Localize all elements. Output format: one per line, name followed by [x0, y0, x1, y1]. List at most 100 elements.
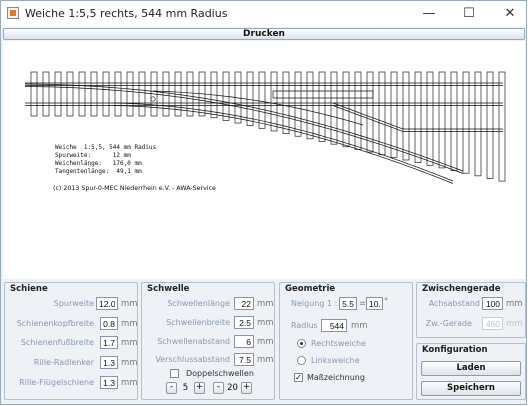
close-icon[interactable]: ✕ [495, 4, 525, 24]
verschlussabstand-label: Verschlussabstand [155, 355, 230, 364]
konfiguration-title: Konfiguration [422, 345, 488, 355]
radius-label: Radius [291, 321, 318, 330]
rille-fluegelschiene-unit: mm [121, 378, 138, 388]
window-title: Weiche 1:5,5 rechts, 544 mm Radius [25, 7, 228, 20]
rille-fluegelschiene-field[interactable] [100, 376, 118, 389]
info-line-title: Weiche 1:5,5, 544 mm Radius [55, 144, 157, 151]
rille-fluegelschiene-label: Rille-Flügelschiene [19, 378, 94, 387]
neigung-angle-field[interactable] [366, 297, 383, 310]
info-line-length: Weichenlänge: 176,0 mm [55, 160, 142, 167]
radius-field[interactable] [321, 319, 347, 332]
schwellenabstand-field[interactable] [234, 335, 254, 348]
sleeper [318, 71, 326, 142]
sleeper [294, 71, 302, 137]
rille-radlenker-unit: mm [121, 358, 138, 368]
masszeichnung-checkbox[interactable]: ✓ [294, 373, 303, 382]
info-line-tangent: Tangentenlänge: 49,1 mm [55, 168, 142, 175]
sleeper [390, 71, 398, 158]
load-button[interactable]: Laden [421, 361, 521, 376]
schienenkopfbreite-label: Schienenkopfbreite [16, 319, 94, 328]
schwellenlaenge-label: Schwellenlänge [167, 299, 230, 308]
copyright-text: (c) 2013 Spur-0-MEC Niederrhein e.V. - A… [53, 185, 216, 192]
doppelschwellen-spacing-increment-button[interactable]: + [241, 382, 252, 394]
doppelschwellen-spacing-decrement-button[interactable]: - [213, 382, 224, 394]
schienenfussbreite-unit: mm [121, 338, 138, 348]
sleeper [474, 71, 482, 177]
sleeper [258, 71, 266, 129]
sleeper [78, 71, 86, 117]
zw-gerade-field [482, 317, 503, 330]
doppelschwellen-spacing-value[interactable]: 20 [224, 382, 241, 394]
schwellenbreite-field[interactable] [234, 316, 254, 329]
schiene-title: Schiene [10, 284, 48, 294]
sleeper [438, 71, 446, 169]
info-line-gauge: Spurweite: 12 mm [55, 152, 131, 159]
degree-unit: ° [384, 297, 389, 307]
rille-radlenker-field[interactable] [100, 356, 118, 369]
radius-unit: mm [351, 321, 368, 331]
achsabstand-field[interactable] [482, 297, 503, 310]
sleeper [162, 71, 170, 117]
rille-radlenker-label: Rille-Radlenker [33, 358, 94, 367]
zw-gerade-unit: mm [506, 319, 523, 329]
save-button[interactable]: Speichern [421, 381, 521, 396]
sleeper [30, 71, 38, 117]
konfiguration-group: Konfiguration Laden Speichern [416, 343, 526, 400]
title-bar: Weiche 1:5,5 rechts, 544 mm Radius — ☐ ✕ [1, 1, 526, 27]
app-icon [7, 7, 19, 19]
spurweite-unit: mm [121, 299, 138, 309]
verschlussabstand-unit: mm [257, 355, 274, 365]
sleeper [462, 71, 470, 174]
doppelschwellen-count-decrement-button[interactable]: - [166, 382, 177, 394]
sleeper [486, 71, 494, 179]
sleeper [138, 71, 146, 117]
linksweiche-radio[interactable] [297, 356, 306, 365]
sleeper [426, 71, 434, 166]
schwellenlaenge-unit: mm [257, 299, 274, 309]
schwellenabstand-unit: mm [257, 337, 274, 347]
doppelschwellen-count-increment-button[interactable]: + [194, 382, 205, 394]
linksweiche-label: Linksweiche [311, 356, 360, 365]
spurweite-label: Spurweite [53, 299, 94, 308]
schienenfussbreite-label: Schienenfußbreite [20, 338, 94, 347]
geometrie-group: Geometrie Neigung 1 : = ° Radius mm Rech… [279, 282, 413, 400]
minimize-icon[interactable]: — [414, 4, 444, 24]
schwellenlaenge-field[interactable] [234, 297, 254, 310]
sleeper [90, 71, 98, 117]
sleeper [186, 71, 194, 117]
doppelschwellen-count-value[interactable]: 5 [177, 382, 194, 394]
rechtsweiche-radio[interactable] [297, 339, 306, 348]
schwelle-title: Schwelle [147, 284, 190, 294]
sleeper [270, 71, 278, 132]
schiene-group: Schiene Spurweite mm Schienenkopfbreite … [4, 282, 138, 400]
sleeper [126, 71, 134, 117]
schienenkopfbreite-unit: mm [121, 319, 138, 329]
spurweite-field[interactable] [96, 297, 118, 310]
sleeper [366, 71, 374, 153]
schwelle-group: Schwelle Schwellenlänge mm Schwellenbrei… [141, 282, 275, 400]
zwischengerade-title: Zwischengerade [422, 284, 501, 294]
schienenkopfbreite-field[interactable] [100, 317, 118, 330]
print-button[interactable]: Drucken [3, 28, 525, 40]
verschlussabstand-field[interactable] [234, 353, 254, 366]
achsabstand-label: Achsabstand [428, 299, 480, 308]
doppelschwellen-checkbox[interactable] [170, 369, 179, 378]
schienenfussbreite-field[interactable] [100, 336, 118, 349]
maximize-icon[interactable]: ☐ [454, 4, 484, 24]
schwellenbreite-unit: mm [257, 318, 274, 328]
turnout-drawing-canvas: Weiche 1:5,5, 544 mm Radius Spurweite: 12… [3, 41, 525, 279]
neigung-field[interactable] [339, 297, 357, 310]
sleeper [102, 71, 110, 117]
zwischengerade-group: Zwischengerade Achsabstand mm Zw.-Gerade… [416, 282, 526, 338]
geometrie-title: Geometrie [285, 284, 336, 294]
rechtsweiche-label: Rechtsweiche [311, 339, 366, 348]
sleeper [66, 71, 74, 117]
schwellenabstand-label: Schwellenabstand [157, 337, 230, 346]
masszeichnung-label: Maßzeichnung [307, 373, 365, 382]
sleeper [450, 71, 458, 171]
turnout-info-text: Weiche 1:5,5, 544 mm Radius Spurweite: 12… [55, 144, 156, 176]
measure-marker [150, 96, 156, 102]
achsabstand-unit: mm [506, 299, 523, 309]
sleeper [42, 71, 50, 117]
sleeper [498, 71, 506, 182]
